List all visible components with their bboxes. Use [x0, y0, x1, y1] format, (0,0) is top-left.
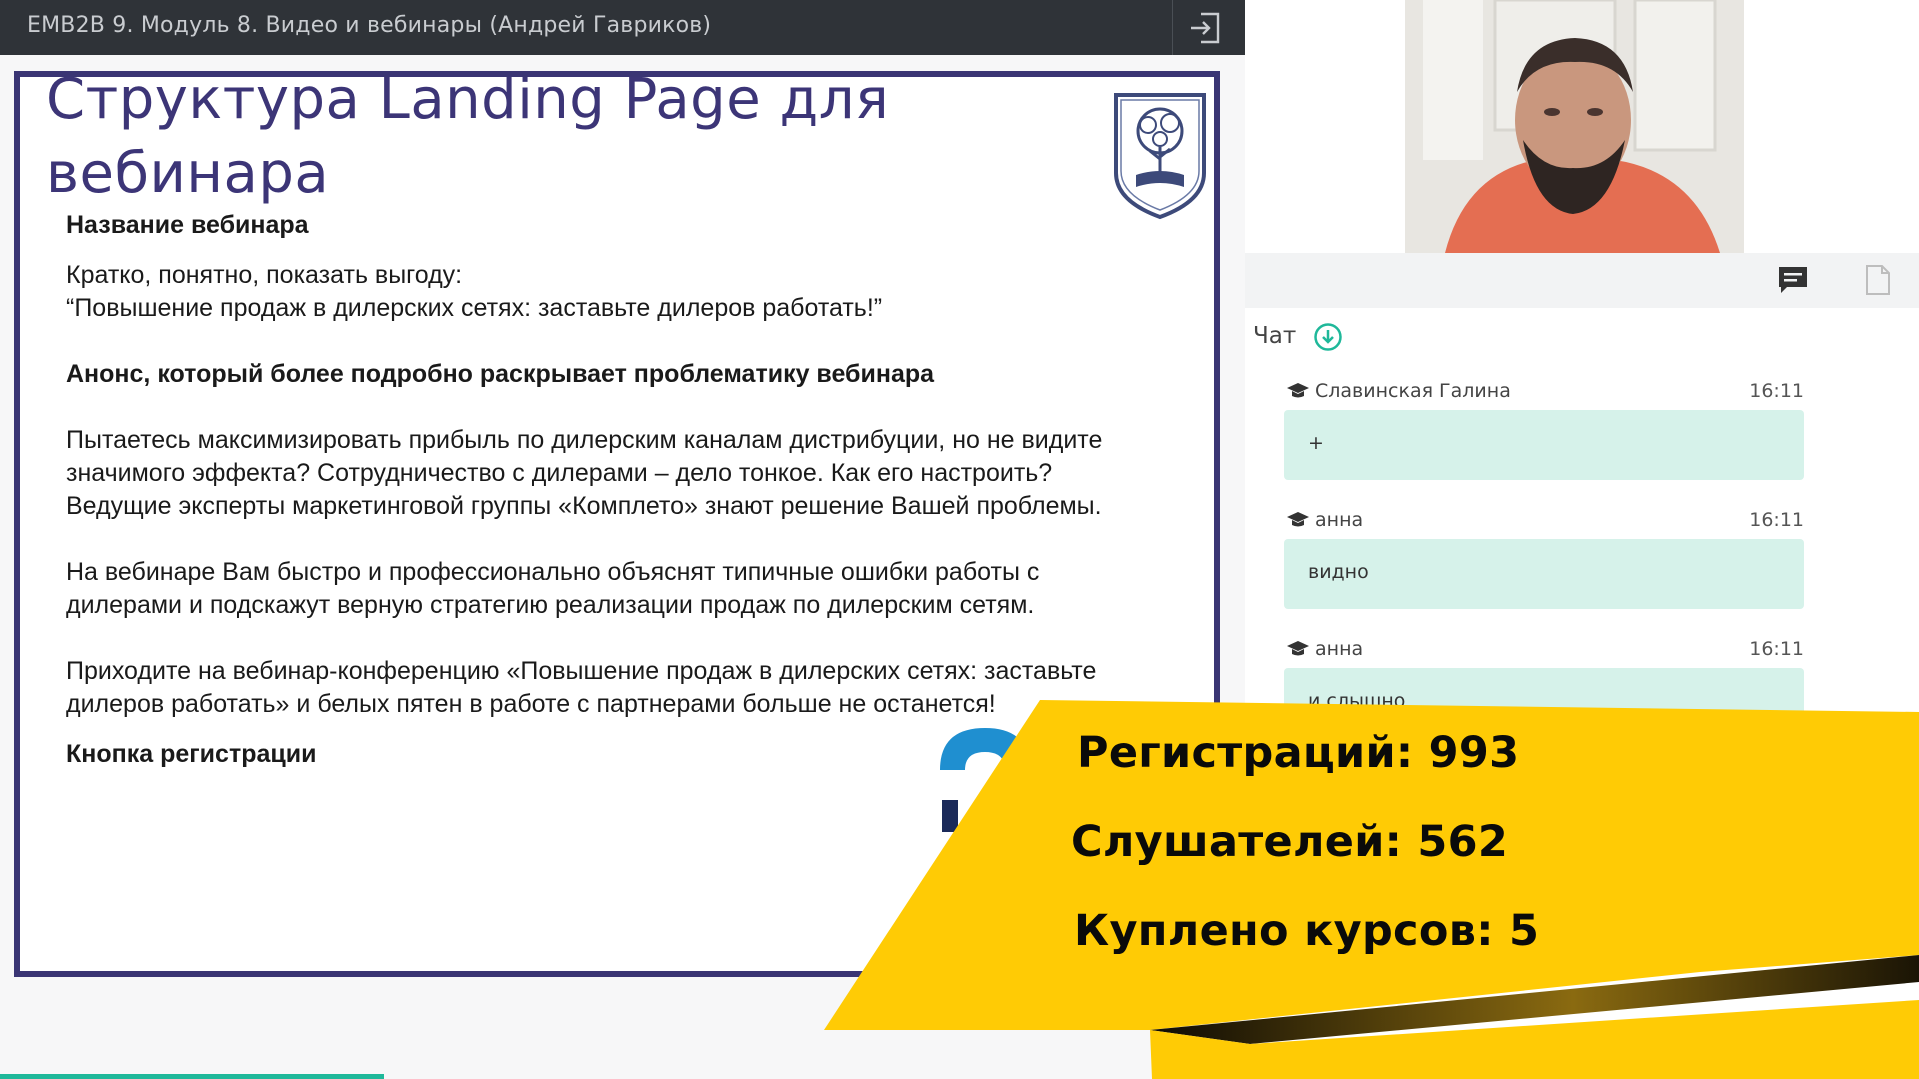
slide-heading-line1: Структура Landing Page для — [46, 71, 890, 132]
chat-message-meta: анна 16:11 — [1284, 509, 1804, 537]
section-title-webinar-name: Название вебинара — [66, 211, 309, 239]
section-title-registration-button: Кнопка регистрации — [66, 740, 317, 768]
chat-bubble: + — [1284, 410, 1804, 480]
chat-author: анна — [1315, 509, 1364, 531]
chat-time: 16:11 — [1749, 638, 1804, 660]
slide-text: дилерами и подскажут верную стратегию ре… — [66, 591, 1035, 619]
title-bar-divider — [1172, 0, 1173, 55]
slide-content: Название вебинара Кратко, понятно, показ… — [66, 209, 1214, 804]
slide-heading: Структура Landing Page для вебинара — [46, 71, 946, 211]
window-title-bar: EMB2B 9. Модуль 8. Видео и вебинары (Анд… — [0, 0, 1245, 55]
window-title: EMB2B 9. Модуль 8. Видео и вебинары (Анд… — [27, 13, 712, 38]
slide-heading-line2: вебинара — [46, 141, 330, 206]
presenter-video-frame — [1405, 0, 1744, 253]
panel-toolbar — [1245, 253, 1919, 308]
chat-bubble: видно — [1284, 539, 1804, 609]
slide-text: Приходите на вебинар-конференцию «Повыше… — [66, 657, 1097, 685]
section-title-announcement: Анонс, который более подробно раскрывает… — [66, 360, 935, 388]
graduation-cap-icon — [1287, 383, 1309, 398]
slide-text: Пытаетесь максимизировать прибыль по дил… — [66, 426, 1103, 454]
presentation-area: Структура Landing Page для вебинара Назв… — [0, 55, 1245, 1079]
chat-title: Чат — [1253, 323, 1297, 349]
slide-text: Ведущие эксперты маркетинговой группы «К… — [66, 492, 1102, 520]
chat-message-meta: анна 16:11 — [1284, 638, 1804, 666]
video-progress-bar[interactable] — [0, 1074, 384, 1079]
slide-text: дилеров работать» и белых пятен в работе… — [66, 690, 996, 718]
courses-sold-count: Куплено курсов: 5 — [1074, 906, 1540, 956]
chat-message: анна 16:11 видно — [1284, 509, 1804, 609]
chat-message: анна 16:11 и слышно — [1284, 638, 1804, 738]
slide: Структура Landing Page для вебинара Назв… — [14, 71, 1220, 977]
tree-shield-logo — [1114, 93, 1206, 220]
chat-author: Славинская Галина — [1315, 380, 1511, 402]
graduation-cap-icon — [1287, 512, 1309, 527]
registrations-count: Регистраций: 993 — [1077, 728, 1520, 778]
slide-text: На вебинаре Вам быстро и профессионально… — [66, 558, 1040, 586]
chat-icon[interactable] — [1777, 265, 1809, 295]
listeners-count: Слушателей: 562 — [1071, 817, 1509, 867]
arrow-down-circle-icon[interactable] — [1313, 322, 1343, 352]
chat-time: 16:11 — [1749, 509, 1804, 531]
slide-text: Кратко, понятно, показать выгоду: — [66, 261, 463, 289]
graduation-cap-icon — [1287, 641, 1309, 656]
slide-text: “Повышение продаж в дилерских сетях: зас… — [66, 294, 883, 322]
exit-icon[interactable] — [1187, 10, 1223, 46]
document-icon[interactable] — [1865, 264, 1891, 296]
chat-message: Славинская Галина 16:11 + — [1284, 380, 1804, 480]
chat-time: 16:11 — [1749, 380, 1804, 402]
slide-text: значимого эффекта? Сотрудничество с диле… — [66, 459, 1053, 487]
chat-message-meta: Славинская Галина 16:11 — [1284, 380, 1804, 408]
presenter-video[interactable] — [1405, 0, 1744, 253]
chat-author: анна — [1315, 638, 1364, 660]
